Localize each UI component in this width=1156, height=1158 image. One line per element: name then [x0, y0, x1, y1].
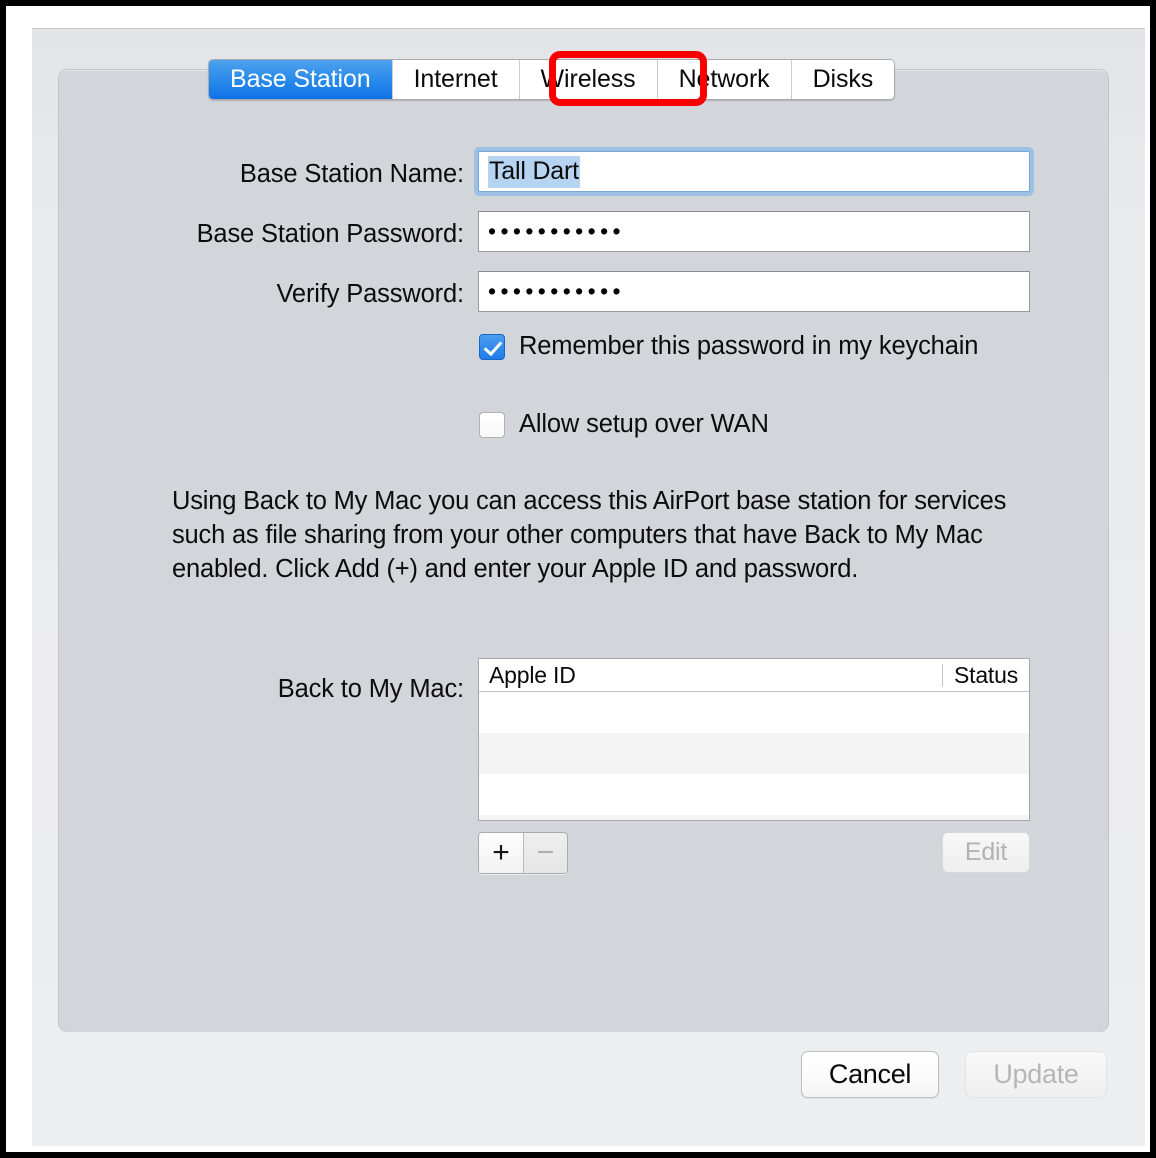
- cancel-button[interactable]: Cancel: [801, 1051, 939, 1098]
- add-remove-button-group: + −: [478, 832, 568, 874]
- back-to-my-mac-label: Back to My Mac:: [277, 674, 464, 703]
- tab-base-station[interactable]: Base Station: [209, 60, 392, 99]
- edit-button: Edit: [942, 832, 1030, 873]
- table-row[interactable]: [479, 815, 1029, 820]
- table-row[interactable]: [479, 733, 1029, 774]
- table-row[interactable]: [479, 774, 1029, 815]
- allow-wan-label: Allow setup over WAN: [519, 410, 769, 438]
- table-header-row: Apple ID Status: [479, 659, 1029, 692]
- column-header-apple-id[interactable]: Apple ID: [479, 662, 576, 689]
- verify-password-row: Verify Password:: [32, 274, 464, 315]
- remember-password-label: Remember this password in my keychain: [519, 332, 979, 360]
- base-station-password-label: Base Station Password:: [196, 220, 465, 248]
- tab-wireless[interactable]: Wireless: [518, 60, 657, 99]
- back-to-my-mac-row: Back to My Mac:: [32, 674, 464, 704]
- tab-bar: Base Station Internet Wireless Network D…: [208, 59, 896, 100]
- base-station-password-input[interactable]: •••••••••••: [478, 211, 1030, 252]
- back-to-my-mac-description: Using Back to My Mac you can access this…: [172, 487, 1007, 583]
- tab-network[interactable]: Network: [656, 60, 791, 99]
- verify-password-label: Verify Password:: [276, 280, 464, 308]
- back-to-my-mac-table[interactable]: Apple ID Status: [478, 658, 1030, 821]
- remove-button: −: [523, 833, 567, 873]
- add-button[interactable]: +: [479, 833, 523, 873]
- verify-password-value: •••••••••••: [488, 277, 625, 304]
- remember-password-checkbox-row[interactable]: Remember this password in my keychain: [479, 332, 978, 361]
- base-station-password-row: Base Station Password:: [32, 214, 465, 255]
- white-mat: Base Station Internet Wireless Network D…: [6, 6, 1150, 1152]
- base-station-name-value: Tall Dart: [488, 155, 580, 188]
- update-button: Update: [965, 1051, 1107, 1098]
- airport-utility-window: Base Station Internet Wireless Network D…: [32, 28, 1145, 1146]
- base-station-name-row: Base Station Name:: [32, 154, 464, 195]
- verify-password-input[interactable]: •••••••••••: [478, 271, 1030, 312]
- allow-wan-checkbox-row[interactable]: Allow setup over WAN: [479, 410, 769, 439]
- base-station-password-value: •••••••••••: [488, 217, 625, 244]
- dialog-button-bar: Cancel Update: [32, 1051, 1145, 1141]
- tab-disks[interactable]: Disks: [790, 60, 895, 99]
- base-station-name-input[interactable]: Tall Dart: [478, 151, 1030, 192]
- table-row[interactable]: [479, 692, 1029, 733]
- column-header-status[interactable]: Status: [941, 662, 1029, 688]
- screenshot-frame: Base Station Internet Wireless Network D…: [0, 0, 1156, 1158]
- base-station-name-label: Base Station Name:: [239, 160, 464, 188]
- checkmark-icon[interactable]: [479, 333, 505, 360]
- tab-internet[interactable]: Internet: [391, 60, 519, 99]
- empty-checkbox-icon[interactable]: [479, 411, 505, 438]
